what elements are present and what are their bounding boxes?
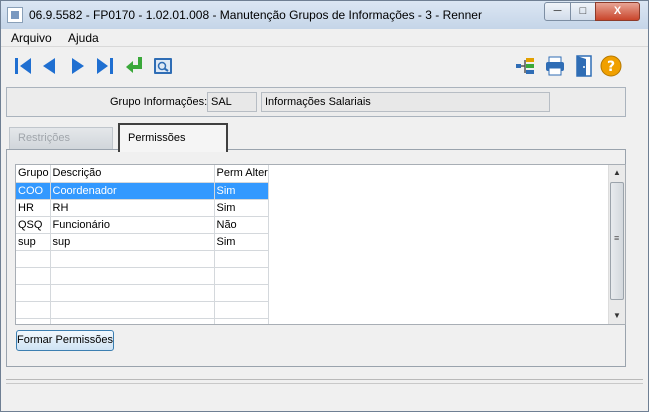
grid-vertical-scrollbar[interactable]: ▲ ▼ xyxy=(608,165,625,324)
window-title: 06.9.5582 - FP0170 - 1.02.01.008 - Manut… xyxy=(29,8,482,22)
formar-permissoes-button[interactable]: Formar Permissões xyxy=(16,330,114,351)
column-header-descricao[interactable]: Descrição xyxy=(50,165,215,183)
scroll-up-icon[interactable]: ▲ xyxy=(609,165,625,181)
permissions-table: Grupo Descrição Perm Alter COO Coordenad… xyxy=(16,165,269,324)
tree-icon[interactable] xyxy=(514,54,536,78)
next-record-icon[interactable] xyxy=(67,54,89,78)
scrollbar-thumb[interactable] xyxy=(610,182,624,300)
return-icon[interactable] xyxy=(123,54,145,78)
cell-perm-alter[interactable]: Sim xyxy=(214,233,269,251)
empty-row[interactable] xyxy=(16,284,269,302)
tab-restricoes[interactable]: Restrições xyxy=(9,127,113,151)
svg-text:?: ? xyxy=(607,59,615,75)
exit-door-icon[interactable] xyxy=(573,54,595,78)
minimize-button[interactable]: ─ xyxy=(544,2,571,21)
cell-perm-alter[interactable]: Sim xyxy=(214,199,269,217)
cell-grupo[interactable]: HR xyxy=(16,199,51,217)
cell-grupo[interactable]: sup xyxy=(16,233,51,251)
tab-permissoes[interactable]: Permissões xyxy=(118,123,228,152)
scroll-down-icon[interactable]: ▼ xyxy=(609,308,625,324)
toolbar: ? xyxy=(1,48,648,84)
menu-arquivo[interactable]: Arquivo xyxy=(11,31,52,45)
title-bar[interactable]: 06.9.5582 - FP0170 - 1.02.01.008 - Manut… xyxy=(1,1,648,29)
close-button[interactable]: X xyxy=(595,2,640,21)
cell-perm-alter[interactable]: Não xyxy=(214,216,269,234)
status-bar xyxy=(6,383,643,407)
cell-descricao[interactable]: RH xyxy=(50,199,215,217)
group-code-field[interactable]: SAL xyxy=(207,92,257,112)
search-icon[interactable] xyxy=(152,54,174,78)
maximize-button[interactable]: □ xyxy=(570,2,596,21)
empty-row[interactable] xyxy=(16,267,269,285)
cell-descricao[interactable]: Coordenador xyxy=(50,182,215,200)
print-icon[interactable] xyxy=(544,54,566,78)
menu-bar: Arquivo Ajuda xyxy=(1,29,648,47)
column-header-perm-alter[interactable]: Perm Alter xyxy=(214,165,269,183)
divider xyxy=(6,379,643,380)
group-info-panel: Grupo Informações: SAL Informações Salar… xyxy=(6,87,626,117)
grid-header-row: Grupo Descrição Perm Alter xyxy=(16,165,269,183)
menu-ajuda[interactable]: Ajuda xyxy=(68,31,99,45)
app-icon xyxy=(7,7,23,23)
permissions-grid[interactable]: Grupo Descrição Perm Alter COO Coordenad… xyxy=(15,164,626,325)
previous-record-icon[interactable] xyxy=(38,54,60,78)
cell-perm-alter[interactable]: Sim xyxy=(214,182,269,200)
cell-grupo[interactable]: COO xyxy=(16,182,51,200)
help-icon[interactable]: ? xyxy=(600,54,622,78)
cell-descricao[interactable]: Funcionário xyxy=(50,216,215,234)
cell-grupo[interactable]: QSQ xyxy=(16,216,51,234)
group-description-field[interactable]: Informações Salariais xyxy=(261,92,550,112)
last-record-icon[interactable] xyxy=(94,54,116,78)
empty-row[interactable] xyxy=(16,318,269,324)
group-info-label: Grupo Informações: xyxy=(110,96,208,108)
main-window: 06.9.5582 - FP0170 - 1.02.01.008 - Manut… xyxy=(0,0,649,412)
first-record-icon[interactable] xyxy=(12,54,34,78)
empty-row[interactable] xyxy=(16,301,269,319)
table-row[interactable]: HR RH Sim xyxy=(16,199,269,217)
column-header-grupo[interactable]: Grupo xyxy=(16,165,51,183)
empty-row[interactable] xyxy=(16,250,269,268)
table-row[interactable]: COO Coordenador Sim xyxy=(16,182,269,200)
cell-descricao[interactable]: sup xyxy=(50,233,215,251)
table-row[interactable]: QSQ Funcionário Não xyxy=(16,216,269,234)
table-row[interactable]: sup sup Sim xyxy=(16,233,269,251)
